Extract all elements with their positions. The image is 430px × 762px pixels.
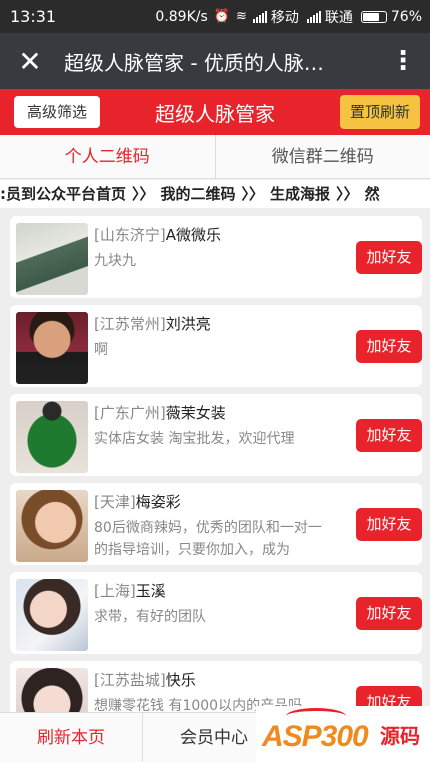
- app-header: 高级筛选 超级人脉管家 置顶刷新: [0, 89, 430, 135]
- contact-location: [广东广州]: [94, 404, 166, 422]
- refresh-page-button[interactable]: 刷新本页: [0, 713, 143, 762]
- wifi-icon: ≋: [235, 9, 247, 24]
- watermark-logo: ASP300 源码: [256, 706, 430, 762]
- add-friend-button[interactable]: 加好友: [356, 419, 422, 452]
- browser-title-bar: ✕ 超级人脉管家 - 优质的人脉… ⋮: [0, 33, 430, 89]
- carrier-1: 移动: [270, 9, 299, 26]
- contact-location: [江苏盐城]: [94, 671, 166, 689]
- add-friend-button[interactable]: 加好友: [356, 597, 422, 630]
- add-friend-button[interactable]: 加好友: [356, 508, 422, 541]
- contact-desc: 80后微商辣妈，优秀的团队和一对一的指导培训，只要你加入，成为: [94, 520, 322, 558]
- breadcrumb-separator: 〉〉: [241, 185, 265, 203]
- pin-refresh-button[interactable]: 置顶刷新: [339, 95, 420, 129]
- contact-nickname: A微微乐: [165, 226, 221, 244]
- contact-location: [上海]: [94, 582, 136, 600]
- contact-location: [山东济宁]: [94, 226, 166, 244]
- app-title: 超级人脉管家: [155, 101, 275, 126]
- contact-name: [江苏盐城]快乐: [94, 669, 196, 690]
- avatar: [16, 401, 88, 473]
- contact-desc: 九块九: [94, 253, 136, 269]
- contact-location: [江苏常州]: [94, 315, 166, 333]
- list-item[interactable]: [上海]玉溪 求带，有好的团队 加好友: [10, 572, 422, 654]
- tab-bar: 个人二维码 微信群二维码: [0, 135, 430, 179]
- contact-nickname: 刘洪亮: [165, 315, 211, 333]
- contact-location: [天津]: [94, 493, 136, 511]
- battery-icon: [360, 10, 387, 23]
- avatar: [16, 490, 88, 562]
- carrier-2: 联通: [324, 9, 353, 26]
- network-speed: 0.89K/s: [155, 8, 208, 25]
- contact-desc: 求带，有好的团队: [94, 609, 206, 625]
- contact-nickname: 玉溪: [135, 582, 166, 600]
- list-item[interactable]: [天津]梅姿彩 80后微商辣妈，优秀的团队和一对一的指导培训，只要你加入，成为 …: [10, 483, 422, 565]
- list-item[interactable]: [山东济宁]A微微乐 九块九 加好友: [10, 216, 422, 298]
- close-icon[interactable]: ✕: [0, 45, 60, 78]
- contact-name: [天津]梅姿彩: [94, 491, 181, 512]
- breadcrumb-separator: 〉〉: [132, 185, 155, 203]
- battery-percent: 76%: [390, 8, 422, 25]
- signal-icon-2: [306, 10, 321, 23]
- tab-group-qr[interactable]: 微信群二维码: [216, 135, 430, 178]
- watermark-asp: ASP300: [262, 720, 369, 753]
- contact-name: [山东济宁]A微微乐: [94, 224, 221, 245]
- breadcrumb-separator: 〉〉: [336, 185, 359, 203]
- breadcrumb: :员到公众平台首页 〉〉 我的二维码 〉〉 生成海报 〉〉然: [0, 180, 430, 208]
- breadcrumb-item[interactable]: :员到公众平台首页: [0, 185, 126, 203]
- more-vertical-icon[interactable]: ⋮: [376, 46, 430, 76]
- avatar: [16, 223, 88, 295]
- status-bar: 13:31 0.89K/s ⏰ ≋ 移动 联通 76%: [0, 0, 430, 33]
- avatar: [16, 579, 88, 651]
- contact-desc: 实体店女装 淘宝批发，欢迎代理: [94, 431, 295, 447]
- add-friend-button[interactable]: 加好友: [356, 330, 422, 363]
- contact-nickname: 梅姿彩: [135, 493, 181, 511]
- contact-desc: 啊: [94, 342, 108, 358]
- list-item[interactable]: [江苏常州]刘洪亮 啊 加好友: [10, 305, 422, 387]
- tab-personal-qr[interactable]: 个人二维码: [0, 135, 216, 178]
- breadcrumb-item[interactable]: 然: [365, 185, 380, 203]
- contact-nickname: 薇茉女装: [165, 404, 226, 422]
- contact-name: [上海]玉溪: [94, 580, 166, 601]
- breadcrumb-item[interactable]: 我的二维码: [161, 185, 236, 203]
- watermark-yuan: 源码: [380, 724, 420, 748]
- contact-name: [江苏常州]刘洪亮: [94, 313, 211, 334]
- add-friend-button[interactable]: 加好友: [356, 241, 422, 274]
- page-title: 超级人脉管家 - 优质的人脉…: [64, 50, 324, 75]
- contact-nickname: 快乐: [165, 671, 196, 689]
- signal-icon: [252, 10, 267, 23]
- breadcrumb-item[interactable]: 生成海报: [270, 185, 330, 203]
- contact-name: [广东广州]薇茉女装: [94, 402, 226, 423]
- alarm-icon: ⏰: [213, 9, 230, 24]
- avatar: [16, 312, 88, 384]
- advanced-filter-button[interactable]: 高级筛选: [14, 96, 101, 128]
- list-item[interactable]: [广东广州]薇茉女装 实体店女装 淘宝批发，欢迎代理 加好友: [10, 394, 422, 476]
- status-time: 13:31: [10, 7, 57, 26]
